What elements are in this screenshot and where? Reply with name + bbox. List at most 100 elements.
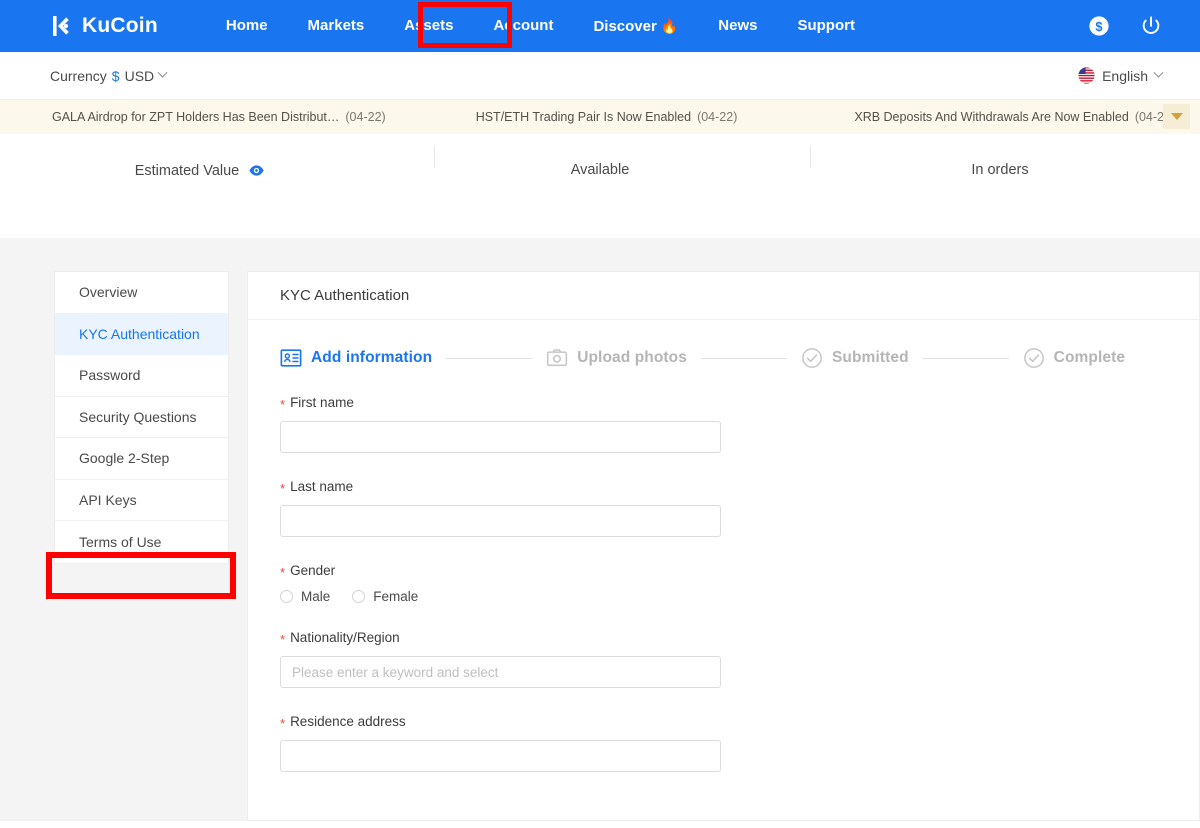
sidebar-item-password[interactable]: Password [55, 355, 228, 397]
announcement-date: (04-22) [697, 110, 738, 124]
announcement-ticker: GALA Airdrop for ZPT Holders Has Been Di… [0, 100, 1200, 134]
sidebar-item-label: Password [79, 367, 141, 384]
page-body: Overview KYC Authentication Password Sec… [0, 238, 1200, 821]
chevron-down-icon [1153, 67, 1164, 78]
chevron-down-icon [157, 67, 168, 78]
kucoin-logo-icon [53, 16, 69, 36]
check-circle-icon [802, 348, 822, 368]
announcement-text: GALA Airdrop for ZPT Holders Has Been Di… [52, 110, 340, 124]
gender-option-male[interactable]: Male [280, 589, 330, 604]
sidebar-item-api-keys[interactable]: API Keys [55, 480, 228, 521]
step-upload-photos[interactable]: Upload photos [546, 347, 687, 369]
currency-label: Currency [50, 67, 107, 84]
step-submitted[interactable]: Submitted [801, 347, 909, 369]
announcement-text: HST/ETH Trading Pair Is Now Enabled [475, 110, 692, 124]
radio-circle-icon [352, 590, 366, 603]
required-asterisk: * [280, 565, 286, 580]
language-label: English [1102, 67, 1148, 84]
currency-symbol: $ [111, 67, 120, 84]
sidebar-item-kyc-authentication[interactable]: KYC Authentication [55, 313, 228, 355]
nav-links: Home Markets Assets Account Discover 🔥 Ne… [206, 0, 875, 53]
kyc-stepper: Add information Upload photos Submitted [248, 320, 1199, 369]
power-icon[interactable] [1140, 15, 1162, 37]
field-last-name: * Last name [280, 479, 1199, 537]
announcement-item[interactable]: HST/ETH Trading Pair Is Now Enabled (04-… [476, 110, 738, 124]
nationality-input[interactable] [280, 656, 721, 688]
sidebar-item-overview[interactable]: Overview [55, 272, 228, 314]
summary-label: Estimated Value [134, 162, 240, 179]
last-name-input[interactable] [280, 505, 721, 537]
currency-selector[interactable]: Currency $ USD [50, 67, 168, 84]
announcement-item[interactable]: XRB Deposits And Withdrawals Are Now Ena… [854, 110, 1175, 124]
required-asterisk: * [280, 397, 286, 412]
nav-link-home[interactable]: Home [206, 0, 288, 52]
ticker-expand-button[interactable] [1163, 104, 1190, 129]
field-first-name: * First name [280, 395, 1199, 453]
nav-link-account-label: Account [493, 17, 554, 34]
nav-link-support-label: Support [797, 17, 855, 34]
top-navigation-bar: KuCoin Home Markets Assets Account Disco… [0, 0, 1200, 52]
announcement-item[interactable]: GALA Airdrop for ZPT Holders Has Been Di… [52, 110, 386, 124]
currency-code: USD [124, 67, 155, 84]
step-add-information[interactable]: Add information [280, 347, 432, 369]
summary-column-in-orders: In orders [800, 152, 1200, 178]
residence-address-input[interactable] [280, 740, 721, 772]
flame-icon: 🔥 [660, 17, 679, 34]
kyc-card: KYC Authentication Add information Uploa… [247, 271, 1200, 821]
sidebar-item-label: Security Questions [79, 408, 197, 425]
step-connector [700, 357, 787, 359]
check-circle-icon [1023, 348, 1044, 368]
sidebar-item-terms-of-use[interactable]: Terms of Use [55, 521, 228, 563]
step-connector [922, 357, 1009, 359]
triangle-down-icon [1170, 113, 1183, 120]
radio-circle-icon [280, 590, 293, 603]
camera-icon [547, 349, 568, 367]
first-name-label: First name [290, 395, 354, 410]
nav-link-account[interactable]: Account [473, 0, 573, 52]
summary-label: In orders [971, 162, 1029, 178]
required-asterisk: * [280, 481, 286, 496]
nav-link-home-label: Home [225, 17, 268, 34]
nav-link-markets[interactable]: Markets [288, 0, 385, 52]
sidebar-item-google-2-step[interactable]: Google 2-Step [55, 438, 228, 480]
sidebar-item-label: Overview [79, 284, 138, 301]
summary-column-estimated-value: Estimated Value [0, 152, 400, 179]
nav-link-news[interactable]: News [698, 0, 777, 52]
currency-bar: Currency $ USD English [0, 52, 1200, 100]
nav-link-discover-label: Discover [593, 17, 657, 35]
residence-label-row: * Residence address [280, 714, 1199, 731]
sidebar-item-label: API Keys [79, 491, 137, 508]
nav-link-assets[interactable]: Assets [384, 0, 473, 52]
step-connector [446, 357, 533, 359]
required-asterisk: * [280, 716, 286, 731]
first-name-input[interactable] [280, 421, 721, 453]
summary-label: Available [570, 162, 630, 178]
field-gender: * Gender Male Female [280, 563, 1199, 604]
gender-option-female[interactable]: Female [352, 589, 418, 604]
sidebar-item-security-questions[interactable]: Security Questions [55, 397, 228, 438]
announcement-text: XRB Deposits And Withdrawals Are Now Ena… [854, 110, 1129, 124]
brand-logo[interactable]: KuCoin [50, 14, 158, 38]
language-selector[interactable]: English [1078, 67, 1164, 84]
field-nationality: * Nationality/Region [280, 630, 1199, 688]
nav-right-icons: $ [1088, 15, 1162, 37]
summary-column-available: Available [400, 152, 800, 178]
eye-icon[interactable] [248, 162, 265, 179]
dollar-circle-icon[interactable]: $ [1088, 15, 1110, 37]
nationality-label: Nationality/Region [290, 630, 400, 645]
nav-link-discover[interactable]: Discover 🔥 [573, 0, 698, 53]
us-flag-icon [1078, 67, 1095, 84]
summary-divider [810, 146, 811, 168]
gender-option-label: Male [301, 589, 331, 604]
sidebar-item-label: Terms of Use [79, 533, 162, 550]
nav-link-markets-label: Markets [307, 17, 365, 34]
first-name-label-row: * First name [280, 395, 1199, 412]
summary-divider [434, 146, 435, 168]
asset-summary-strip: Estimated Value Available In orders [0, 134, 1200, 238]
last-name-label: Last name [290, 479, 354, 494]
nav-link-support[interactable]: Support [777, 0, 875, 52]
residence-label: Residence address [290, 714, 406, 729]
step-complete[interactable]: Complete [1023, 347, 1125, 369]
step-label: Upload photos [577, 349, 687, 366]
gender-label-row: * Gender [280, 563, 1199, 580]
